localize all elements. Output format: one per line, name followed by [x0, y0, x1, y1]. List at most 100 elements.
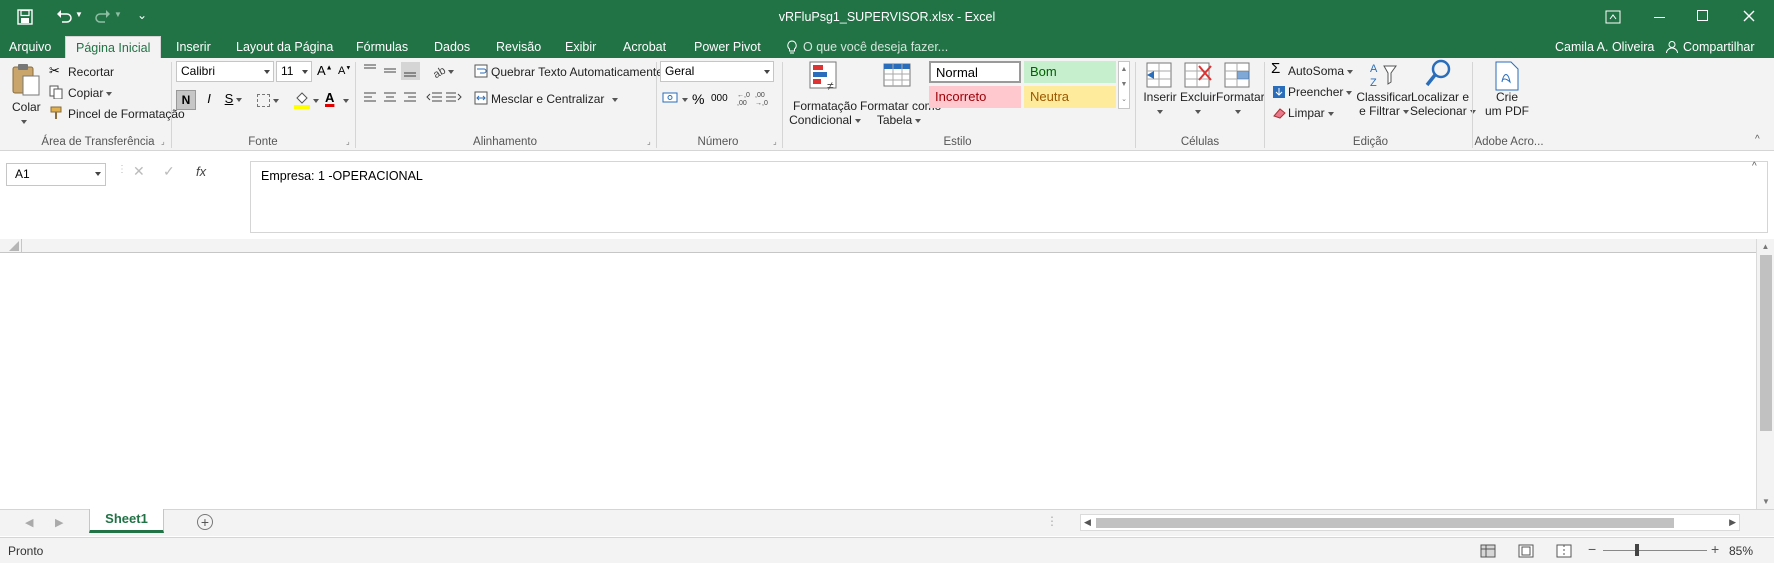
minimize-button[interactable]	[1654, 17, 1665, 18]
clear-button[interactable]: Limpar	[1288, 106, 1334, 120]
normal-view-icon[interactable]	[1480, 544, 1496, 558]
find-select-button[interactable]: Localizar e Selecionar	[1410, 90, 1476, 118]
style-normal[interactable]: Normal	[929, 61, 1021, 83]
font-name-select[interactable]: Calibri	[176, 61, 274, 82]
fill-button[interactable]: Preencher	[1288, 85, 1353, 99]
maximize-button[interactable]	[1697, 10, 1708, 21]
font-color-dropdown-icon[interactable]	[343, 99, 349, 103]
tab-exibir[interactable]: Exibir	[565, 36, 596, 58]
horizontal-align-icons[interactable]	[362, 91, 426, 105]
number-format-select[interactable]: Geral	[660, 61, 774, 82]
sort-filter-button[interactable]: Classificar e Filtrar	[1355, 90, 1413, 118]
expand-formula-bar-icon[interactable]: ^	[1752, 161, 1757, 172]
delete-cells-button[interactable]: Excluir	[1178, 90, 1218, 118]
tell-me-search[interactable]: O que você deseja fazer...	[803, 36, 948, 58]
alignment-launcher-icon[interactable]: ⌟	[647, 137, 651, 146]
vertical-scroll-thumb[interactable]	[1760, 255, 1772, 431]
page-break-view-icon[interactable]	[1556, 544, 1572, 558]
horizontal-scroll-thumb[interactable]	[1096, 518, 1674, 528]
zoom-slider[interactable]	[1603, 550, 1707, 551]
tab-split-handle-icon[interactable]: ⋮	[1046, 514, 1058, 528]
tab-acrobat[interactable]: Acrobat	[623, 36, 666, 58]
confirm-entry-icon[interactable]: ✓	[163, 163, 175, 180]
save-icon[interactable]	[17, 9, 33, 25]
orientation-dropdown-icon[interactable]	[448, 70, 454, 74]
fill-color-dropdown-icon[interactable]	[313, 99, 319, 103]
share-button[interactable]: Compartilhar	[1683, 36, 1755, 58]
cancel-entry-icon[interactable]: ✕	[133, 163, 145, 180]
tab-inserir[interactable]: Inserir	[176, 36, 211, 58]
tab-layout-da-pagina[interactable]: Layout da Página	[236, 36, 333, 58]
add-sheet-icon[interactable]: +	[197, 514, 213, 530]
currency-icon[interactable]	[662, 90, 680, 106]
select-all-corner[interactable]	[0, 239, 22, 253]
format-painter-button[interactable]: Pincel de Formatação	[68, 107, 185, 121]
vertical-align-icons[interactable]	[362, 62, 426, 80]
fill-color-icon[interactable]	[293, 89, 311, 111]
clipboard-launcher-icon[interactable]: ⌟	[161, 137, 165, 146]
zoom-out-icon[interactable]: −	[1588, 541, 1596, 557]
paste-button[interactable]: Colar	[12, 100, 41, 114]
styles-gallery-scroll[interactable]: ▲ ▼ ⌄	[1118, 61, 1130, 109]
font-color-icon[interactable]: A	[325, 90, 334, 105]
spreadsheet-grid[interactable]: ▲ ▼	[0, 239, 1774, 509]
tab-arquivo[interactable]: Arquivo	[9, 36, 51, 58]
wrap-text-button[interactable]: Quebrar Texto Automaticamente	[491, 65, 663, 79]
currency-dropdown-icon[interactable]	[682, 98, 688, 102]
formula-input[interactable]: Empresa: 1 -OPERACIONAL	[250, 161, 1768, 233]
style-bom[interactable]: Bom	[1024, 61, 1116, 83]
merge-center-button[interactable]: Mesclar e Centralizar	[491, 92, 619, 106]
style-incorreto[interactable]: Incorreto	[929, 86, 1021, 108]
comma-button[interactable]: 000	[711, 93, 728, 104]
percent-button[interactable]: %	[692, 91, 704, 107]
tab-formulas[interactable]: Fórmulas	[356, 36, 408, 58]
zoom-slider-thumb[interactable]	[1635, 544, 1639, 556]
zoom-in-icon[interactable]: +	[1711, 541, 1719, 557]
paste-icon[interactable]	[10, 62, 42, 96]
style-neutra[interactable]: Neutra	[1024, 86, 1116, 108]
undo-icon[interactable]	[56, 8, 72, 24]
grow-font-icon[interactable]: A▲	[317, 63, 333, 78]
insert-cells-button[interactable]: Inserir	[1142, 90, 1178, 118]
horizontal-scrollbar[interactable]: ◀ ▶	[1080, 514, 1740, 531]
tab-pagina-inicial[interactable]: Página Inicial	[65, 36, 162, 60]
sheet-tab-sheet1[interactable]: Sheet1	[89, 509, 164, 533]
redo-icon[interactable]	[95, 8, 111, 24]
zoom-level[interactable]: 85%	[1729, 544, 1753, 558]
font-launcher-icon[interactable]: ⌟	[346, 137, 350, 146]
user-name[interactable]: Camila A. Oliveira	[1555, 36, 1654, 58]
shrink-font-icon[interactable]: A▼	[338, 65, 351, 77]
vertical-scrollbar[interactable]: ▲ ▼	[1756, 239, 1774, 509]
tab-power-pivot[interactable]: Power Pivot	[694, 36, 761, 58]
copy-button[interactable]: Copiar	[68, 86, 113, 100]
paste-dropdown-icon[interactable]	[21, 120, 27, 124]
close-button[interactable]	[1743, 10, 1755, 22]
decimal-buttons[interactable]: ←,0,00,00→,0	[737, 89, 773, 107]
prev-sheet-icon[interactable]: ◀	[25, 516, 33, 529]
font-size-select[interactable]: 11	[276, 61, 312, 82]
undo-dropdown-icon[interactable]: ▼	[75, 10, 83, 19]
page-layout-view-icon[interactable]	[1518, 544, 1534, 558]
create-pdf-button[interactable]: Crie um PDF	[1480, 90, 1534, 118]
indent-icons[interactable]	[426, 91, 462, 105]
ribbon-display-options-icon[interactable]	[1605, 10, 1621, 24]
tab-dados[interactable]: Dados	[434, 36, 470, 58]
name-box[interactable]: A1	[6, 163, 106, 186]
format-cells-button[interactable]: Formatar	[1216, 90, 1265, 118]
cut-button[interactable]: Recortar	[68, 65, 114, 79]
borders-dropdown-icon[interactable]	[273, 99, 279, 103]
number-launcher-icon[interactable]: ⌟	[773, 137, 777, 146]
collapse-ribbon-icon[interactable]: ^	[1755, 134, 1760, 145]
conditional-format-button[interactable]: Formatação Condicional	[787, 99, 863, 127]
borders-icon[interactable]	[257, 94, 270, 107]
italic-button[interactable]: I	[200, 91, 218, 106]
bold-button[interactable]: N	[176, 90, 196, 110]
underline-dropdown-icon[interactable]	[236, 98, 242, 102]
next-sheet-icon[interactable]: ▶	[55, 516, 63, 529]
format-as-table-button[interactable]: Formatar como Tabela	[860, 99, 941, 127]
redo-dropdown-icon[interactable]: ▼	[114, 10, 122, 19]
tab-revisao[interactable]: Revisão	[496, 36, 541, 58]
autosum-button[interactable]: AutoSoma	[1288, 64, 1354, 78]
insert-function-icon[interactable]: fx	[196, 164, 206, 179]
customize-qat-icon[interactable]: ⌄	[137, 8, 147, 22]
